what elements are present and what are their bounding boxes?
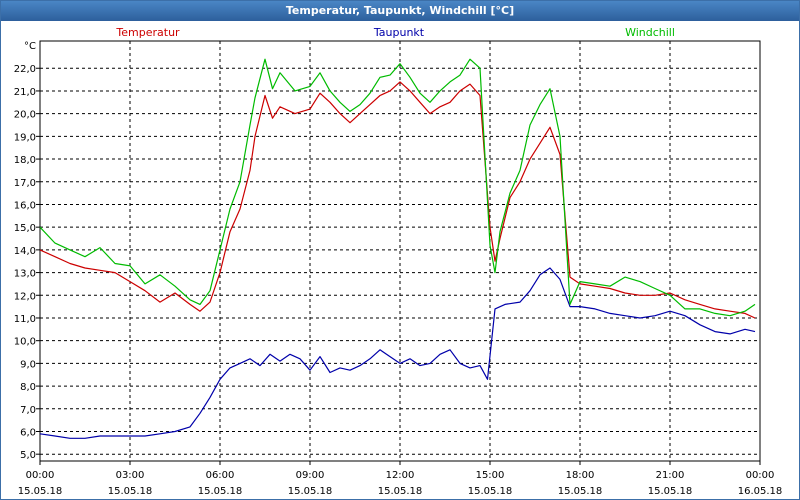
series-lines	[39, 58, 756, 439]
x-tick-time: 15:00	[476, 470, 505, 481]
x-tick-date: 15.05.18	[558, 486, 603, 497]
y-tick-label: 5,0	[20, 450, 36, 461]
y-tick-label: 6,0	[20, 427, 36, 438]
x-tick-time: 21:00	[656, 470, 685, 481]
x-tick-time: 00:00	[746, 470, 775, 481]
x-tick-date: 15.05.18	[108, 486, 153, 497]
y-tick-label: 20,0	[14, 110, 36, 121]
x-tick-date: 15.05.18	[198, 486, 243, 497]
y-tick-label: 19,0	[14, 132, 36, 143]
y-tick-label: 15,0	[14, 223, 36, 234]
x-tick-time: 09:00	[296, 470, 325, 481]
y-tick-label: 21,0	[14, 87, 36, 98]
x-tick-time: 00:00	[26, 470, 55, 481]
x-tick-date: 16.05.18	[738, 486, 783, 497]
series-line-taupunkt	[39, 267, 756, 439]
x-tick-time: 12:00	[386, 470, 415, 481]
y-axis-label: °C	[24, 41, 36, 52]
y-tick-label: 17,0	[14, 178, 36, 189]
y-tick-label: 11,0	[14, 314, 36, 325]
x-tick-date: 15.05.18	[378, 486, 423, 497]
y-tick-label: 9,0	[20, 359, 36, 370]
legend-item-temperatur: Temperatur	[115, 26, 180, 39]
x-tick-time: 03:00	[116, 470, 145, 481]
x-tick-labels: 00:00 15.05.18 03:00 15.05.18 06:00 15.05.18 0…	[18, 470, 783, 497]
x-tick-time: 18:00	[566, 470, 595, 481]
legend-item-windchill: Windchill	[625, 26, 675, 39]
x-tick-date: 15.05.18	[648, 486, 693, 497]
legend-item-taupunkt: Taupunkt	[373, 26, 425, 39]
x-tick-time: 06:00	[206, 470, 235, 481]
y-tick-label: 8,0	[20, 382, 36, 393]
y-tick-label: 14,0	[14, 246, 36, 257]
y-tick-label: 18,0	[14, 155, 36, 166]
x-tick-date: 15.05.18	[18, 486, 63, 497]
x-tick-date: 15.05.18	[288, 486, 333, 497]
line-chart: 5,0 6,0 7,0 8,0 9,0 10,0 11,0 12,0 13,0 14,0 15,0 1…	[14, 26, 783, 497]
axes	[36, 40, 761, 465]
y-tick-label: 10,0	[14, 337, 36, 348]
legend: Temperatur Taupunkt Windchill	[115, 26, 675, 39]
y-tick-label: 22,0	[14, 64, 36, 75]
y-tick-label: 12,0	[14, 291, 36, 302]
y-tick-label: 16,0	[14, 200, 36, 211]
series-line-windchill	[39, 58, 756, 317]
y-tick-labels: 5,0 6,0 7,0 8,0 9,0 10,0 11,0 12,0 13,0 14,0 15,0 1…	[14, 64, 36, 461]
grid	[40, 41, 760, 461]
y-tick-label: 7,0	[20, 405, 36, 416]
x-tick-date: 15.05.18	[468, 486, 513, 497]
y-tick-label: 13,0	[14, 269, 36, 280]
